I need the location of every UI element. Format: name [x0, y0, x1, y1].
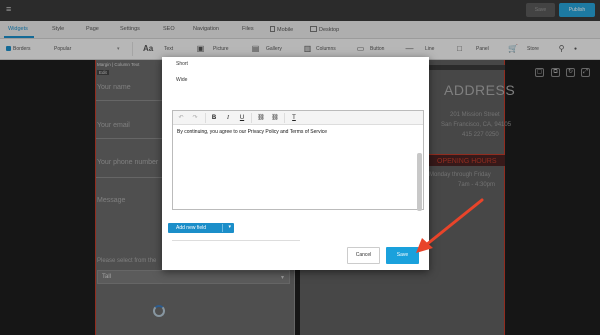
rich-text-editor[interactable]: ↶ ↷ B I U ⛓ ⛓ T By continuing, you agree… [172, 110, 424, 210]
link-icon[interactable]: ⛓ [257, 114, 265, 122]
editor-divider [205, 113, 206, 123]
clear-format-icon[interactable]: T [290, 114, 298, 122]
undo-icon[interactable]: ↶ [177, 114, 185, 122]
italic-icon[interactable]: I [224, 114, 232, 122]
button-divider [222, 224, 223, 232]
redo-icon[interactable]: ↷ [191, 114, 199, 122]
option-wide[interactable]: Wide [176, 77, 187, 83]
dialog-divider [172, 240, 300, 241]
editor-divider [284, 113, 285, 123]
unlink-icon[interactable]: ⛓ [271, 114, 279, 122]
option-short[interactable]: Short [176, 61, 188, 67]
add-field-label: Add new field [176, 224, 207, 231]
save-button[interactable]: Save [386, 247, 419, 264]
underline-icon[interactable]: U [238, 114, 246, 122]
editor-divider [251, 113, 252, 123]
cancel-button[interactable]: Cancel [347, 247, 380, 264]
chevron-down-icon[interactable]: ▾ [228, 224, 231, 230]
add-new-field-button[interactable]: Add new field ▾ [168, 223, 234, 233]
bold-icon[interactable]: B [210, 114, 218, 122]
dialog-scrollbar[interactable] [417, 153, 422, 211]
editor-content[interactable]: By continuing, you agree to our Privacy … [177, 129, 327, 135]
editor-toolbar: ↶ ↷ B I U ⛓ ⛓ T [173, 111, 423, 125]
